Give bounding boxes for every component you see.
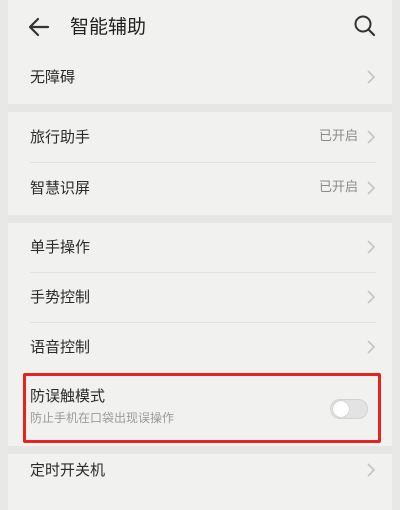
- setting-item-label: 旅行助手: [30, 128, 91, 146]
- setting-item-gesture-control[interactable]: 手势控制: [8, 273, 392, 321]
- setting-item-voice-control[interactable]: 语音控制: [8, 323, 392, 371]
- setting-item-status: 已开启: [318, 129, 358, 144]
- settings-screen: 智能辅助 无障碍 旅行助手 已开启 智慧识屏 已开启 单手操作 手势控制 语音控…: [8, 0, 392, 510]
- setting-item-label: 语音控制: [30, 338, 91, 356]
- chevron-right-icon: [367, 340, 376, 354]
- setting-item-status: 已开启: [318, 180, 358, 195]
- page-title: 智能辅助: [70, 16, 147, 38]
- chevron-right-icon: [367, 70, 376, 84]
- chevron-right-icon: [367, 463, 376, 477]
- setting-item-label: 无障碍: [30, 68, 76, 86]
- section-divider: [8, 215, 392, 223]
- back-arrow-icon[interactable]: [26, 14, 52, 40]
- setting-item-label: 智慧识屏: [30, 179, 91, 197]
- chevron-right-icon: [367, 240, 376, 254]
- setting-item-travel-assistant[interactable]: 旅行助手 已开启: [8, 112, 392, 162]
- setting-item-label: 手势控制: [30, 288, 91, 306]
- highlight-box: [23, 373, 381, 443]
- setting-item-label: 单手操作: [30, 238, 91, 256]
- section-divider: [8, 104, 392, 112]
- chevron-right-icon: [367, 130, 376, 144]
- chevron-right-icon: [367, 290, 376, 304]
- header: 智能辅助: [8, 0, 392, 54]
- search-icon[interactable]: [352, 13, 378, 39]
- section-divider: [8, 446, 392, 454]
- setting-item-smart-screen[interactable]: 智慧识屏 已开启: [8, 163, 392, 213]
- setting-item-scheduled-power[interactable]: 定时开关机: [8, 454, 392, 504]
- setting-item-one-hand[interactable]: 单手操作: [8, 223, 392, 271]
- setting-item-label: 定时开关机: [30, 461, 106, 479]
- chevron-right-icon: [367, 181, 376, 195]
- setting-item-accessibility[interactable]: 无障碍: [8, 54, 392, 100]
